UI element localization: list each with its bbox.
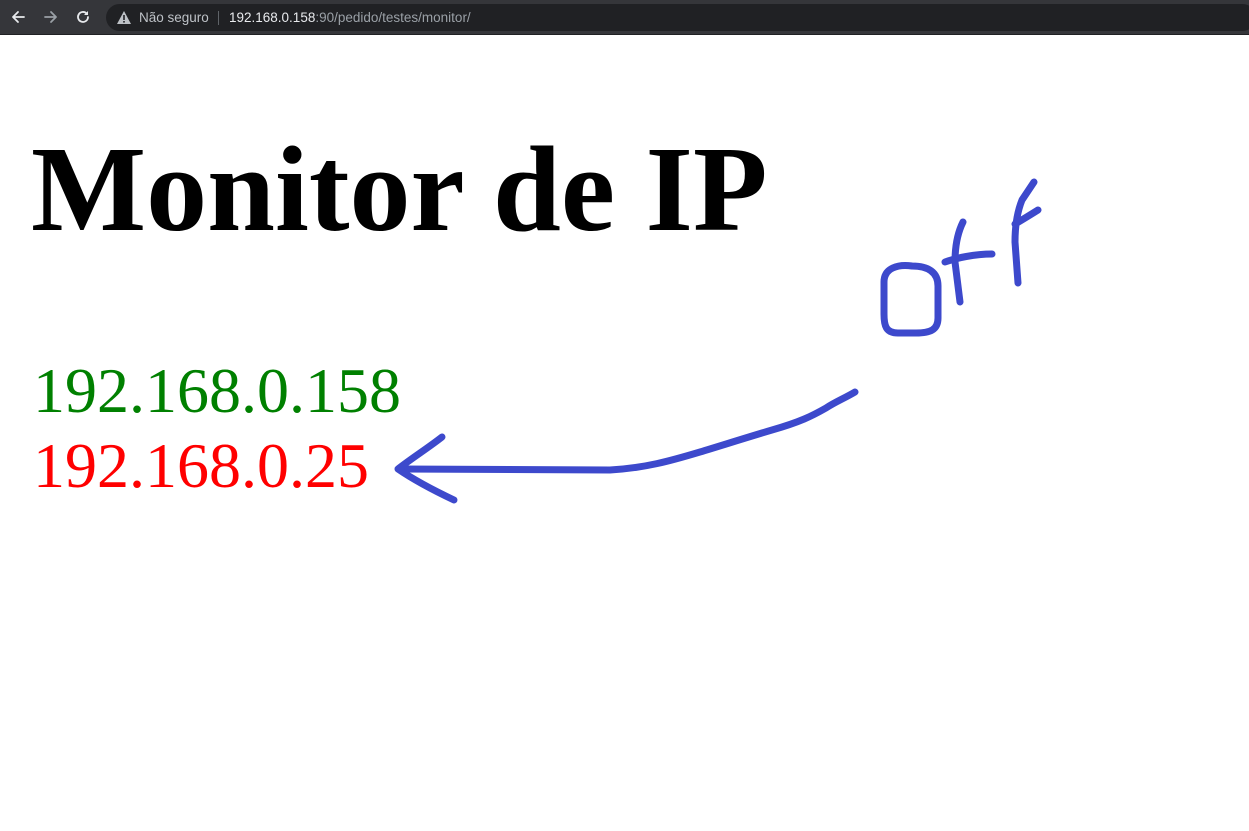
omnibox-divider — [218, 11, 219, 25]
address-bar[interactable]: Não seguro 192.168.0.158:90/pedido/teste… — [106, 4, 1249, 31]
browser-toolbar: Não seguro 192.168.0.158:90/pedido/teste… — [0, 0, 1249, 35]
page-content: Monitor de IP 192.168.0.158 192.168.0.25 — [0, 35, 1249, 831]
ip-address-offline: 192.168.0.25 — [33, 430, 369, 501]
security-status-label[interactable]: Não seguro — [139, 4, 209, 31]
arrow-right-icon — [44, 11, 57, 23]
reload-button[interactable] — [70, 4, 96, 30]
back-button[interactable] — [5, 4, 31, 30]
reload-icon — [77, 11, 89, 23]
url-text[interactable]: 192.168.0.158:90/pedido/testes/monitor/ — [229, 4, 471, 31]
url-path: :90/pedido/testes/monitor/ — [315, 10, 471, 25]
page-title: Monitor de IP — [31, 122, 768, 257]
forward-button[interactable] — [38, 4, 64, 30]
arrow-left-icon — [12, 11, 25, 23]
warning-icon[interactable] — [116, 10, 132, 25]
ip-address-online: 192.168.0.158 — [33, 355, 401, 426]
url-host: 192.168.0.158 — [229, 10, 316, 25]
